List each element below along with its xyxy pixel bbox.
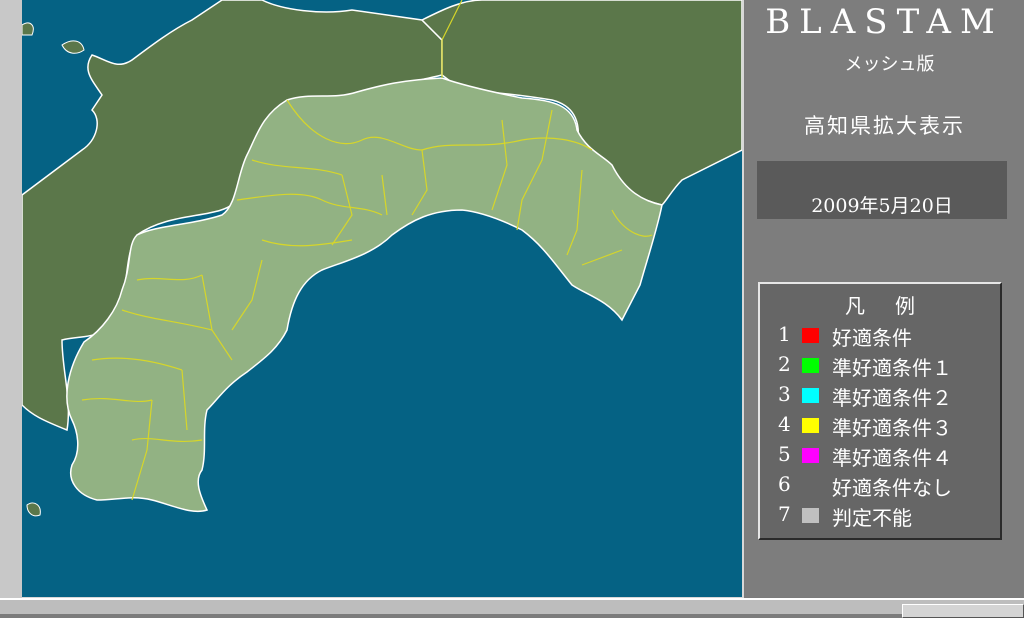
legend-item: 3 準好適条件２ (760, 380, 1000, 410)
legend-swatch (802, 418, 819, 433)
kochi-map (22, 0, 742, 597)
app-subtitle: メッシュ版 (844, 54, 935, 75)
island-3 (22, 22, 34, 36)
legend-item: 4 準好適条件３ (760, 410, 1000, 440)
legend-item-label: 判定不能 (832, 506, 912, 530)
legend-item-number: 4 (778, 412, 791, 436)
legend-item-number: 7 (778, 502, 791, 526)
map-view[interactable] (22, 0, 744, 599)
legend-swatch (802, 328, 819, 343)
legend-swatch (802, 358, 819, 373)
legend-swatch (802, 448, 819, 463)
legend-item: 6 好適条件なし (760, 470, 1000, 500)
legend-item-number: 1 (778, 322, 791, 346)
info-panel: BLASTAM メッシュ版 高知県拡大表示 2009年5月20日 凡例 1 好適… (745, 0, 1024, 597)
legend-item-label: 好適条件なし (832, 476, 952, 500)
window-frame-left (0, 0, 23, 612)
legend-swatch (802, 508, 819, 523)
legend-item: 2 準好適条件１ (760, 350, 1000, 380)
date-box: 2009年5月20日 (757, 161, 1007, 219)
legend-title: 凡例 (845, 294, 945, 318)
legend-item-label: 準好適条件３ (832, 416, 952, 440)
bottom-button[interactable] (902, 604, 1024, 618)
app-title: BLASTAM (765, 2, 1004, 42)
date-text: 2009年5月20日 (811, 195, 953, 217)
legend-item: 1 好適条件 (760, 320, 1000, 350)
legend: 凡例 1 好適条件 2 準好適条件１ 3 準好適条件２ 4 準好適条件３ 5 準… (758, 282, 1002, 540)
legend-swatch (802, 388, 819, 403)
legend-item: 5 準好適条件４ (760, 440, 1000, 470)
legend-item-label: 準好適条件１ (832, 356, 952, 380)
legend-item-label: 準好適条件４ (832, 446, 952, 470)
legend-item: 7 判定不能 (760, 500, 1000, 530)
legend-item-label: 好適条件 (832, 326, 912, 350)
legend-item-number: 6 (778, 472, 791, 496)
view-title: 高知県拡大表示 (804, 114, 965, 138)
legend-item-number: 2 (778, 352, 791, 376)
legend-item-label: 準好適条件２ (832, 386, 952, 410)
legend-item-number: 3 (778, 382, 791, 406)
legend-item-number: 5 (778, 442, 791, 466)
